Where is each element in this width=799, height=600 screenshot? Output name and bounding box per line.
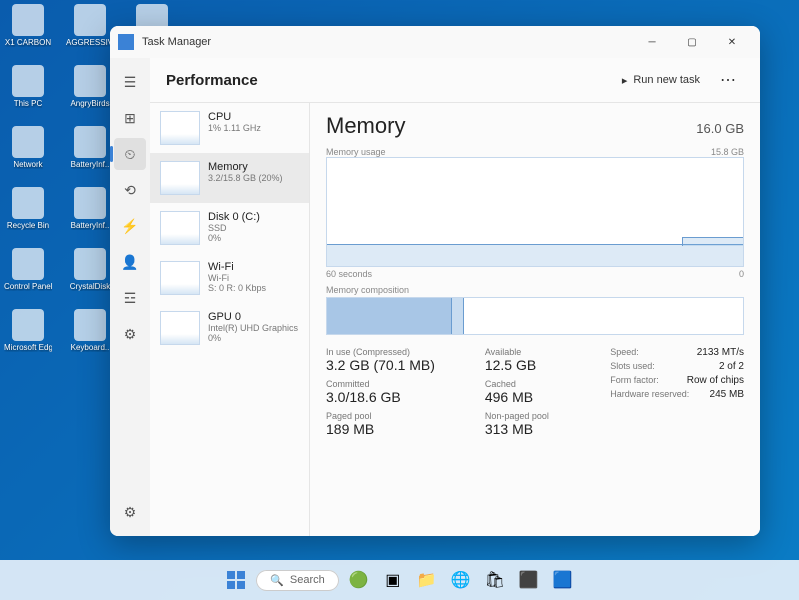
stat-cached: 496 MB: [485, 389, 596, 405]
perf-thumb: [160, 211, 200, 245]
stat-nonpaged: 313 MB: [485, 421, 596, 437]
nav-services[interactable]: ⚙: [114, 318, 146, 350]
nav-rail: ☰ ⊞ ⏲ ⟲ ⚡ 👤 ☲ ⚙ ⚙: [110, 58, 150, 536]
taskbar-explorer[interactable]: 📁: [413, 566, 441, 594]
task-manager-window: Task Manager ─ ▢ ✕ ☰ ⊞ ⏲ ⟲ ⚡ 👤 ☲ ⚙ ⚙ Per…: [110, 26, 760, 536]
desktop-icon[interactable]: CrystalDisk: [66, 248, 114, 291]
stat-hw: 245 MB: [710, 389, 744, 400]
desktop-icon[interactable]: BatteryInf..: [66, 126, 114, 169]
performance-list: CPU1% 1.11 GHzMemory3.2/15.8 GB (20%)Dis…: [150, 103, 310, 536]
memory-composition-chart[interactable]: [326, 297, 744, 335]
taskbar-search[interactable]: 🔍 Search: [256, 570, 339, 591]
nav-performance[interactable]: ⏲: [114, 138, 146, 170]
run-new-task-button[interactable]: ▸ Run new task: [614, 70, 708, 91]
nav-settings[interactable]: ⚙: [114, 496, 146, 528]
stat-form: Row of chips: [687, 375, 744, 386]
taskbar-app2[interactable]: 🟦: [549, 566, 577, 594]
perf-item-gpu-0[interactable]: GPU 0Intel(R) UHD Graphics0%: [150, 303, 309, 353]
taskbar-edge[interactable]: 🌐: [447, 566, 475, 594]
perf-item-cpu[interactable]: CPU1% 1.11 GHz: [150, 103, 309, 153]
memory-usage-chart[interactable]: [326, 157, 744, 267]
nav-details[interactable]: ☲: [114, 282, 146, 314]
perf-item-wi-fi[interactable]: Wi-FiWi-FiS: 0 R: 0 Kbps: [150, 253, 309, 303]
maximize-button[interactable]: ▢: [672, 28, 712, 56]
nav-users[interactable]: 👤: [114, 246, 146, 278]
titlebar[interactable]: Task Manager ─ ▢ ✕: [110, 26, 760, 58]
memory-detail: Memory 16.0 GB Memory usage15.8 GB 60 se…: [310, 103, 760, 536]
perf-thumb: [160, 111, 200, 145]
perf-item-memory[interactable]: Memory3.2/15.8 GB (20%): [150, 153, 309, 203]
taskbar-app1[interactable]: ⬛: [515, 566, 543, 594]
detail-title: Memory: [326, 113, 405, 139]
stat-speed: 2133 MT/s: [697, 347, 744, 358]
detail-capacity: 16.0 GB: [696, 121, 744, 136]
nav-startup[interactable]: ⚡: [114, 210, 146, 242]
start-button[interactable]: [222, 566, 250, 594]
page-header: Performance ▸ Run new task ⋯: [150, 58, 760, 102]
stat-paged: 189 MB: [326, 421, 471, 437]
stat-slots: 2 of 2: [719, 361, 744, 372]
taskbar-copilot[interactable]: 🟢: [345, 566, 373, 594]
desktop-icon[interactable]: Network: [4, 126, 52, 169]
desktop-icon[interactable]: Keyboard..: [66, 309, 114, 352]
taskbar-store[interactable]: 🛍: [481, 566, 509, 594]
desktop-icon[interactable]: This PC: [4, 65, 52, 108]
perf-thumb: [160, 161, 200, 195]
desktop-icon[interactable]: Microsoft Edge: [4, 309, 52, 352]
minimize-button[interactable]: ─: [632, 28, 672, 56]
more-options-button[interactable]: ⋯: [712, 66, 744, 94]
nav-processes[interactable]: ⊞: [114, 102, 146, 134]
stat-committed: 3.0/18.6 GB: [326, 389, 471, 405]
desktop-icon[interactable]: AngryBirds: [66, 65, 114, 108]
stat-inuse: 3.2 GB (70.1 MB): [326, 357, 471, 373]
desktop-icon[interactable]: Control Panel: [4, 248, 52, 291]
window-title: Task Manager: [142, 36, 632, 48]
page-title: Performance: [166, 72, 614, 89]
taskbar: 🔍 Search 🟢 ▣ 📁 🌐 🛍 ⬛ 🟦: [0, 560, 799, 600]
comp-modified: [452, 298, 464, 334]
comp-inuse: [327, 298, 452, 334]
desktop-icon[interactable]: AGGRESSIV..: [66, 4, 114, 47]
perf-item-disk-0-c-[interactable]: Disk 0 (C:)SSD0%: [150, 203, 309, 253]
search-icon: 🔍: [270, 574, 284, 587]
nav-app-history[interactable]: ⟲: [114, 174, 146, 206]
hamburger-icon[interactable]: ☰: [114, 66, 146, 98]
desktop-icon[interactable]: BatteryInf..: [66, 187, 114, 230]
close-button[interactable]: ✕: [712, 28, 752, 56]
desktop-icon[interactable]: X1 CARBON: [4, 4, 52, 47]
taskbar-task-view[interactable]: ▣: [379, 566, 407, 594]
run-task-icon: ▸: [622, 74, 628, 87]
perf-thumb: [160, 261, 200, 295]
app-icon: [118, 34, 134, 50]
stat-available: 12.5 GB: [485, 357, 596, 373]
perf-thumb: [160, 311, 200, 345]
desktop-icon[interactable]: Recycle Bin: [4, 187, 52, 230]
